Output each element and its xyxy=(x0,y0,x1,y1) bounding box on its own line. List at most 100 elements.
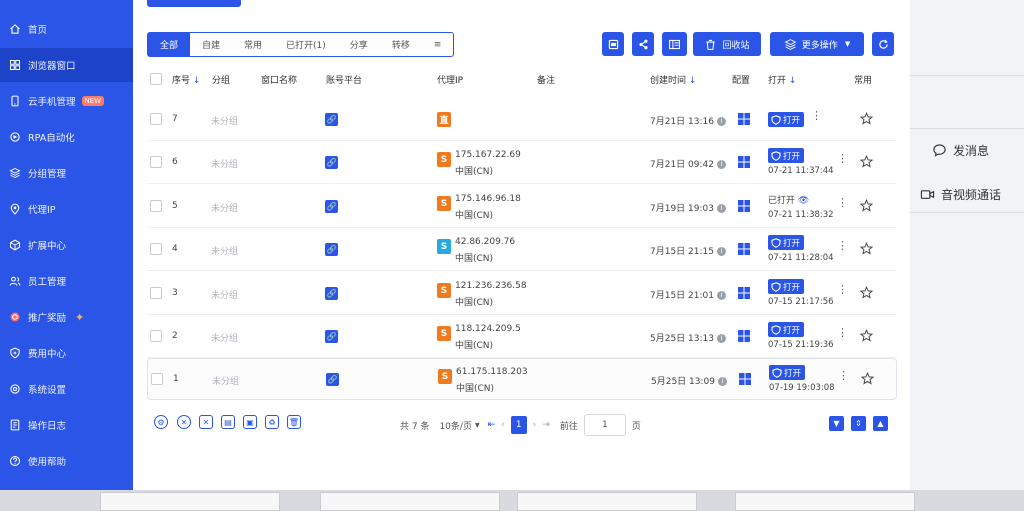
proxy-type-icon: S xyxy=(437,152,451,167)
link-icon[interactable]: 🔗 xyxy=(325,243,338,256)
tab-3[interactable]: 已打开(1) xyxy=(274,33,338,56)
table-row[interactable]: 3 未分组 🔗 S 121.236.236.58 中国(CN) 7月15日 21:01 i 打开… xyxy=(147,273,897,315)
table-row[interactable]: 1 未分组 🔗 S 61.175.118.203 中国(CN) 5月25日 13:09 i 打开… xyxy=(147,358,897,400)
sidebar-item-10[interactable]: 系统设置 xyxy=(0,372,133,406)
goto-page-input[interactable]: 1 xyxy=(583,414,626,436)
open-button[interactable]: 打开 xyxy=(768,235,805,250)
scroll-down-button[interactable]: ▼ xyxy=(829,416,844,431)
last-page-icon[interactable]: ⇥ xyxy=(542,420,550,430)
trash-batch-icon[interactable]: 🗑 xyxy=(287,415,301,429)
more-icon[interactable]: ⋮ xyxy=(837,327,848,338)
star-icon[interactable] xyxy=(860,155,873,168)
more-icon[interactable]: ⋮ xyxy=(838,370,849,381)
print-batch-icon[interactable]: ▤ xyxy=(221,415,235,429)
link-icon[interactable]: 🔗 xyxy=(325,330,338,343)
delete-batch-icon[interactable]: ✕ xyxy=(199,415,213,429)
info-icon[interactable]: i xyxy=(716,160,726,169)
open-button[interactable]: 打开 xyxy=(768,148,805,163)
sidebar-item-9[interactable]: 费用中心 xyxy=(0,336,133,370)
more-icon[interactable]: ⋮ xyxy=(837,284,848,295)
more-actions-button[interactable]: 更多操作 ▼ xyxy=(770,32,864,56)
row-checkbox[interactable] xyxy=(150,156,162,168)
star-icon[interactable] xyxy=(860,286,873,299)
share-button[interactable] xyxy=(632,32,654,56)
next-page-icon[interactable]: › xyxy=(533,420,537,430)
page-size-select[interactable]: 10条/页 xyxy=(439,419,472,432)
tab-4[interactable]: 分享 xyxy=(338,33,380,56)
more-icon[interactable]: ⋮ xyxy=(837,240,848,251)
link-icon[interactable]: 🔗 xyxy=(325,113,338,126)
eye-icon[interactable]: 👁 xyxy=(798,196,809,206)
star-icon[interactable] xyxy=(860,329,873,342)
table-row[interactable]: 6 未分组 🔗 S 175.167.22.69 中国(CN) 7月21日 09:42 i 打开 0… xyxy=(147,142,897,184)
sidebar-item-7[interactable]: 员工管理 xyxy=(0,264,133,298)
video-call-button[interactable]: 音视频通话 xyxy=(920,186,1001,203)
scroll-up-button[interactable]: ▲ xyxy=(873,416,888,431)
sidebar-item-8[interactable]: 推广奖励 ✦ xyxy=(0,300,133,334)
info-icon[interactable]: i xyxy=(716,334,726,343)
sidebar-item-4[interactable]: 分组管理 xyxy=(0,156,133,190)
prev-page-icon[interactable]: ‹ xyxy=(501,420,505,430)
first-page-icon[interactable]: ⇤ xyxy=(488,420,496,430)
close-batch-icon[interactable]: ✕ xyxy=(177,415,191,429)
tab-2[interactable]: 常用 xyxy=(232,33,274,56)
row-checkbox[interactable] xyxy=(150,200,162,212)
info-icon[interactable]: i xyxy=(716,291,726,300)
table-row[interactable]: 4 未分组 🔗 S 42.86.209.76 中国(CN) 7月15日 21:15 i 打开 07… xyxy=(147,229,897,271)
header-open[interactable]: 打开 ↓ xyxy=(768,73,796,86)
columns-button[interactable] xyxy=(662,32,687,56)
table-row[interactable]: 5 未分组 🔗 S 175.146.96.18 中国(CN) 7月19日 19:03 i 已打开… xyxy=(147,186,897,228)
tab-0[interactable]: 全部 xyxy=(148,33,191,56)
recycle-batch-icon[interactable]: ♻ xyxy=(265,415,279,429)
open-button[interactable]: 打开 xyxy=(768,279,805,294)
recycle-bin-button[interactable]: 回收站 xyxy=(693,32,761,56)
table-row[interactable]: 7 未分组 🔗 直 7月21日 13:16 i 打开 ⋮ xyxy=(147,99,897,141)
refresh-button[interactable] xyxy=(872,32,894,56)
star-icon[interactable] xyxy=(860,242,873,255)
window-batch-icon[interactable]: ▣ xyxy=(243,415,257,429)
link-icon[interactable]: 🔗 xyxy=(326,373,339,386)
info-icon[interactable]: i xyxy=(716,204,726,213)
link-icon[interactable]: 🔗 xyxy=(325,200,338,213)
settings-batch-icon[interactable]: ⚙ xyxy=(154,415,168,429)
page-1[interactable]: 1 xyxy=(510,416,527,434)
row-checkbox[interactable] xyxy=(150,287,162,299)
more-icon[interactable]: ⋮ xyxy=(837,197,848,208)
link-icon[interactable]: 🔗 xyxy=(325,156,338,169)
row-checkbox[interactable] xyxy=(150,330,162,342)
sidebar-item-1[interactable]: 浏览器窗口 xyxy=(0,48,133,82)
info-icon[interactable]: i xyxy=(716,247,726,256)
sidebar-item-2[interactable]: 云手机管理 NEW xyxy=(0,84,133,118)
star-icon[interactable] xyxy=(861,372,874,385)
row-checkbox[interactable] xyxy=(150,243,162,255)
sort-icon[interactable]: ≡ xyxy=(422,33,454,56)
star-icon[interactable] xyxy=(860,199,873,212)
collapse-button[interactable]: ⇕ xyxy=(851,416,866,431)
create-window-button[interactable] xyxy=(147,0,241,7)
info-icon[interactable]: i xyxy=(717,377,727,386)
row-checkbox[interactable] xyxy=(151,373,163,385)
open-button[interactable]: 打开 xyxy=(768,322,805,337)
row-checkbox[interactable] xyxy=(150,113,162,125)
tab-1[interactable]: 自建 xyxy=(190,33,232,56)
link-icon[interactable]: 🔗 xyxy=(325,287,338,300)
star-icon[interactable] xyxy=(860,112,873,125)
header-seq[interactable]: 序号 ↓ xyxy=(172,73,200,86)
sidebar-item-12[interactable]: 使用帮助 xyxy=(0,444,133,478)
select-all-checkbox[interactable] xyxy=(150,73,162,85)
open-button[interactable]: 打开 xyxy=(768,112,805,127)
sidebar-item-6[interactable]: 扩展中心 xyxy=(0,228,133,262)
table-row[interactable]: 2 未分组 🔗 S 118.124.209.5 中国(CN) 5月25日 13:13 i 打开 0… xyxy=(147,316,897,358)
header-created[interactable]: 创建时间 ↓ xyxy=(650,73,696,86)
sidebar-item-0[interactable]: 首页 xyxy=(0,12,133,46)
sidebar-item-11[interactable]: 操作日志 xyxy=(0,408,133,442)
sidebar-item-3[interactable]: RPA自动化 xyxy=(0,120,133,154)
send-message-button[interactable]: 发消息 xyxy=(932,142,989,159)
info-icon[interactable]: i xyxy=(716,117,726,126)
export-button[interactable] xyxy=(602,32,624,56)
more-icon[interactable]: ⋮ xyxy=(837,153,848,164)
sidebar-item-5[interactable]: 代理IP xyxy=(0,192,133,226)
tab-5[interactable]: 转移 xyxy=(380,33,422,56)
more-icon[interactable]: ⋮ xyxy=(811,110,822,121)
open-button[interactable]: 打开 xyxy=(769,365,806,380)
